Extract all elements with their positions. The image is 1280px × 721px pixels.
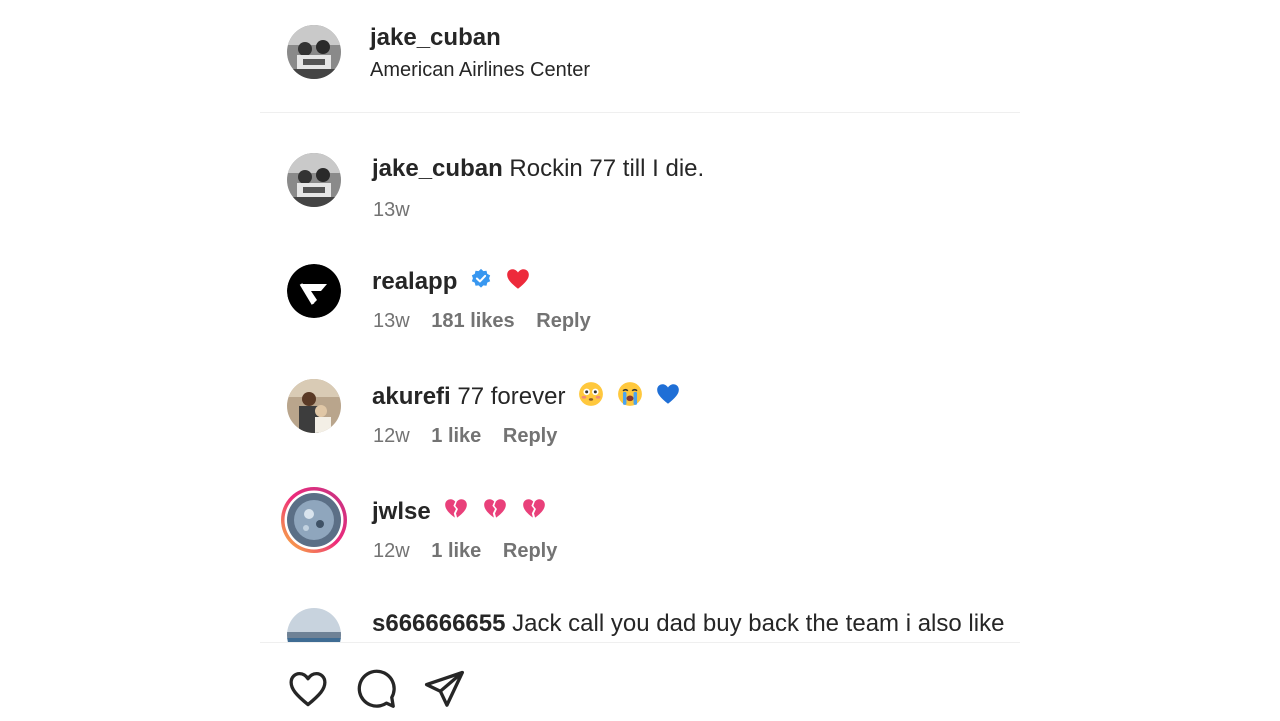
commenter-avatar[interactable] (287, 153, 341, 207)
comment-time: 12w (373, 425, 410, 447)
comment-time: 13w (373, 310, 410, 332)
verified-badge-icon (470, 268, 492, 297)
commenter-avatar[interactable] (287, 608, 341, 642)
broken-heart-icon (482, 496, 508, 529)
comment-text-line: jake_cuban Rockin 77 till I die. (372, 155, 704, 183)
post-author-username[interactable]: jake_cuban (370, 24, 501, 52)
reply-button[interactable]: Reply (503, 540, 557, 562)
post-header: jake_cuban American Airlines Center (260, 0, 1020, 113)
commenter-avatar-story-ring[interactable] (280, 486, 348, 554)
comment-body: Jack call you dad buy back the team i al… (512, 610, 1005, 637)
share-icon[interactable] (422, 667, 466, 711)
comment-likes[interactable]: 181 likes (431, 310, 514, 332)
blue-heart-icon (655, 381, 681, 414)
comment-username[interactable]: realapp (372, 268, 457, 295)
post-location[interactable]: American Airlines Center (370, 59, 590, 82)
broken-heart-icon (443, 496, 469, 529)
comment-text-line: jwlse (372, 496, 547, 529)
comment-meta: 12w 1 like Reply (373, 540, 573, 563)
comment-likes[interactable]: 1 like (431, 425, 481, 447)
loudly-crying-face-icon (617, 381, 643, 414)
commenter-avatar[interactable] (287, 379, 341, 433)
comment-username[interactable]: akurefi (372, 383, 451, 410)
profile-avatar[interactable] (287, 25, 341, 79)
comment-likes[interactable]: 1 like (431, 540, 481, 562)
comment-meta: 12w 1 like Reply (373, 425, 573, 448)
comment-body: Rockin 77 till I die. (509, 155, 705, 182)
comment-text-line: akurefi 77 forever (372, 381, 681, 414)
comment-username[interactable]: jwlse (372, 498, 431, 525)
broken-heart-icon (521, 496, 547, 529)
comments-list: jake_cuban Rockin 77 till I die. 13w rea… (260, 113, 1020, 642)
comment-username[interactable]: s666666655 (372, 610, 505, 637)
commenter-avatar[interactable] (287, 264, 341, 318)
comment-icon[interactable] (354, 667, 398, 711)
comment-body: 77 forever (457, 382, 566, 410)
comment-time: 13w (373, 199, 410, 221)
comment-meta: 13w 181 likes Reply (373, 310, 607, 333)
red-heart-icon (505, 266, 531, 299)
comment-meta: 13w (373, 199, 426, 222)
reply-button[interactable]: Reply (536, 310, 590, 332)
reply-button[interactable]: Reply (503, 425, 557, 447)
post-action-bar (260, 642, 1020, 721)
heart-icon[interactable] (286, 667, 330, 711)
comment-username[interactable]: jake_cuban (372, 155, 503, 182)
flushed-face-icon (578, 381, 604, 414)
comment-time: 12w (373, 540, 410, 562)
comment-text-line: realapp (372, 266, 531, 299)
comment-text-line: s666666655 Jack call you dad buy back th… (372, 610, 1004, 638)
post-panel: jake_cuban American Airlines Center jake… (260, 0, 1020, 720)
